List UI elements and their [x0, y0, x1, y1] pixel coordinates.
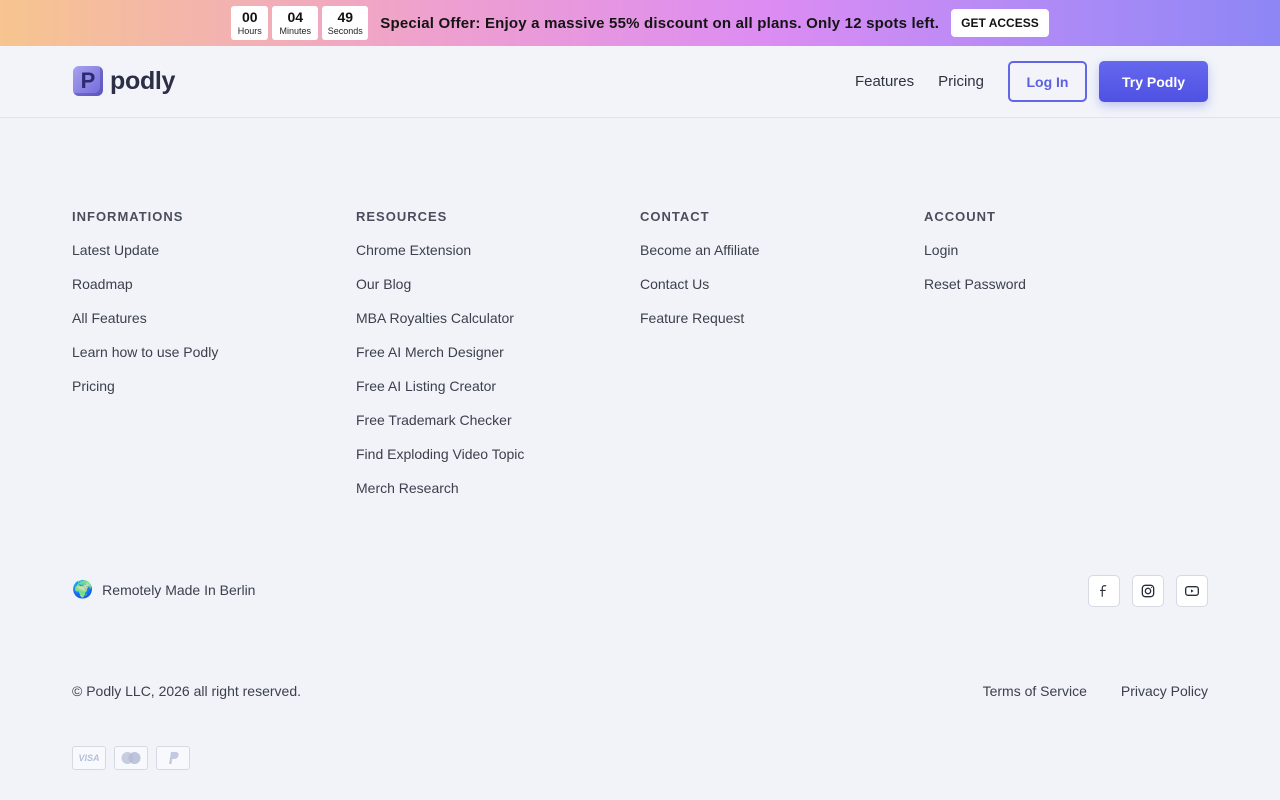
payment-methods: VISA: [72, 746, 190, 770]
nav-features[interactable]: Features: [855, 73, 914, 90]
footer-link-trademark-checker[interactable]: Free Trademark Checker: [356, 412, 640, 446]
footer-col-informations: INFORMATIONS Latest Update Roadmap All F…: [72, 209, 356, 514]
timer-seconds: 49 Seconds: [322, 6, 369, 40]
footer-col-title: INFORMATIONS: [72, 209, 184, 224]
footer-link-exploding-video-topic[interactable]: Find Exploding Video Topic: [356, 446, 640, 480]
copyright-text: © Podly LLC, 2026 all right reserved.: [72, 683, 301, 699]
logo-icon: P: [73, 66, 103, 96]
get-access-button[interactable]: GET ACCESS: [951, 9, 1049, 37]
footer-link-ai-merch-designer[interactable]: Free AI Merch Designer: [356, 344, 640, 378]
promo-offer-text: : Enjoy a massive 55% discount on all pl…: [475, 14, 940, 32]
social-links: [1088, 575, 1208, 607]
made-in-text: Remotely Made In Berlin: [102, 582, 256, 598]
footer-col-title: CONTACT: [640, 209, 710, 224]
footer-link-reset-password[interactable]: Reset Password: [924, 276, 1208, 310]
privacy-policy-link[interactable]: Privacy Policy: [1121, 683, 1208, 699]
timer-hours: 00 Hours: [231, 6, 269, 40]
footer-link-contact-us[interactable]: Contact Us: [640, 276, 924, 310]
globe-icon: 🌍: [72, 580, 94, 599]
footer-link-chrome-extension[interactable]: Chrome Extension: [356, 242, 640, 276]
paypal-icon: [156, 746, 190, 770]
footer-col-title: RESOURCES: [356, 209, 448, 224]
timer-hours-label: Hours: [237, 25, 262, 36]
login-button[interactable]: Log In: [1008, 61, 1087, 102]
promo-banner: 00 Hours 04 Minutes 49 Seconds Special O…: [0, 0, 1280, 46]
made-in-berlin: 🌍 Remotely Made In Berlin: [72, 580, 255, 600]
footer-link-affiliate[interactable]: Become an Affiliate: [640, 242, 924, 276]
footer-link-royalties-calculator[interactable]: MBA Royalties Calculator: [356, 310, 640, 344]
timer-seconds-value: 49: [337, 8, 354, 25]
footer-link-roadmap[interactable]: Roadmap: [72, 276, 356, 310]
footer-link-pricing[interactable]: Pricing: [72, 378, 356, 412]
footer-link-ai-listing-creator[interactable]: Free AI Listing Creator: [356, 378, 640, 412]
timer-seconds-label: Seconds: [327, 25, 363, 36]
try-podly-button[interactable]: Try Podly: [1099, 61, 1208, 102]
logo-text: podly: [110, 66, 176, 95]
footer-link-learn-podly[interactable]: Learn how to use Podly: [72, 344, 356, 378]
visa-icon: VISA: [72, 746, 106, 770]
instagram-icon[interactable]: [1132, 575, 1164, 607]
footer-link-merch-research[interactable]: Merch Research: [356, 480, 640, 514]
logo[interactable]: P podly: [73, 66, 175, 96]
countdown-timer: 00 Hours 04 Minutes 49 Seconds: [231, 6, 369, 40]
timer-minutes-label: Minutes: [279, 25, 311, 36]
timer-hours-value: 00: [241, 8, 258, 25]
footer-col-title: ACCOUNT: [924, 209, 996, 224]
timer-minutes: 04 Minutes: [272, 6, 319, 40]
site-header: P podly Features Pricing Log In Try Podl…: [0, 46, 1280, 118]
nav-pricing[interactable]: Pricing: [938, 73, 984, 90]
main-nav: Features Pricing Log In Try Podly: [855, 61, 1208, 102]
promo-text: Special Offer: Enjoy a massive 55% disco…: [380, 15, 939, 32]
timer-minutes-value: 04: [287, 8, 304, 25]
footer-link-blog[interactable]: Our Blog: [356, 276, 640, 310]
facebook-icon[interactable]: [1088, 575, 1120, 607]
footer-col-account: ACCOUNT Login Reset Password: [924, 209, 1208, 514]
legal-links: Terms of Service Privacy Policy: [983, 683, 1208, 699]
footer-link-latest-update[interactable]: Latest Update: [72, 242, 356, 276]
footer-col-resources: RESOURCES Chrome Extension Our Blog MBA …: [356, 209, 640, 514]
footer-link-all-features[interactable]: All Features: [72, 310, 356, 344]
mastercard-icon: [114, 746, 148, 770]
footer-link-feature-request[interactable]: Feature Request: [640, 310, 924, 344]
youtube-icon[interactable]: [1176, 575, 1208, 607]
promo-offer-label: Special Offer: [380, 14, 476, 32]
footer-col-contact: CONTACT Become an Affiliate Contact Us F…: [640, 209, 924, 514]
terms-of-service-link[interactable]: Terms of Service: [983, 683, 1087, 699]
footer-link-login[interactable]: Login: [924, 242, 1208, 276]
footer-columns: INFORMATIONS Latest Update Roadmap All F…: [72, 209, 1208, 514]
